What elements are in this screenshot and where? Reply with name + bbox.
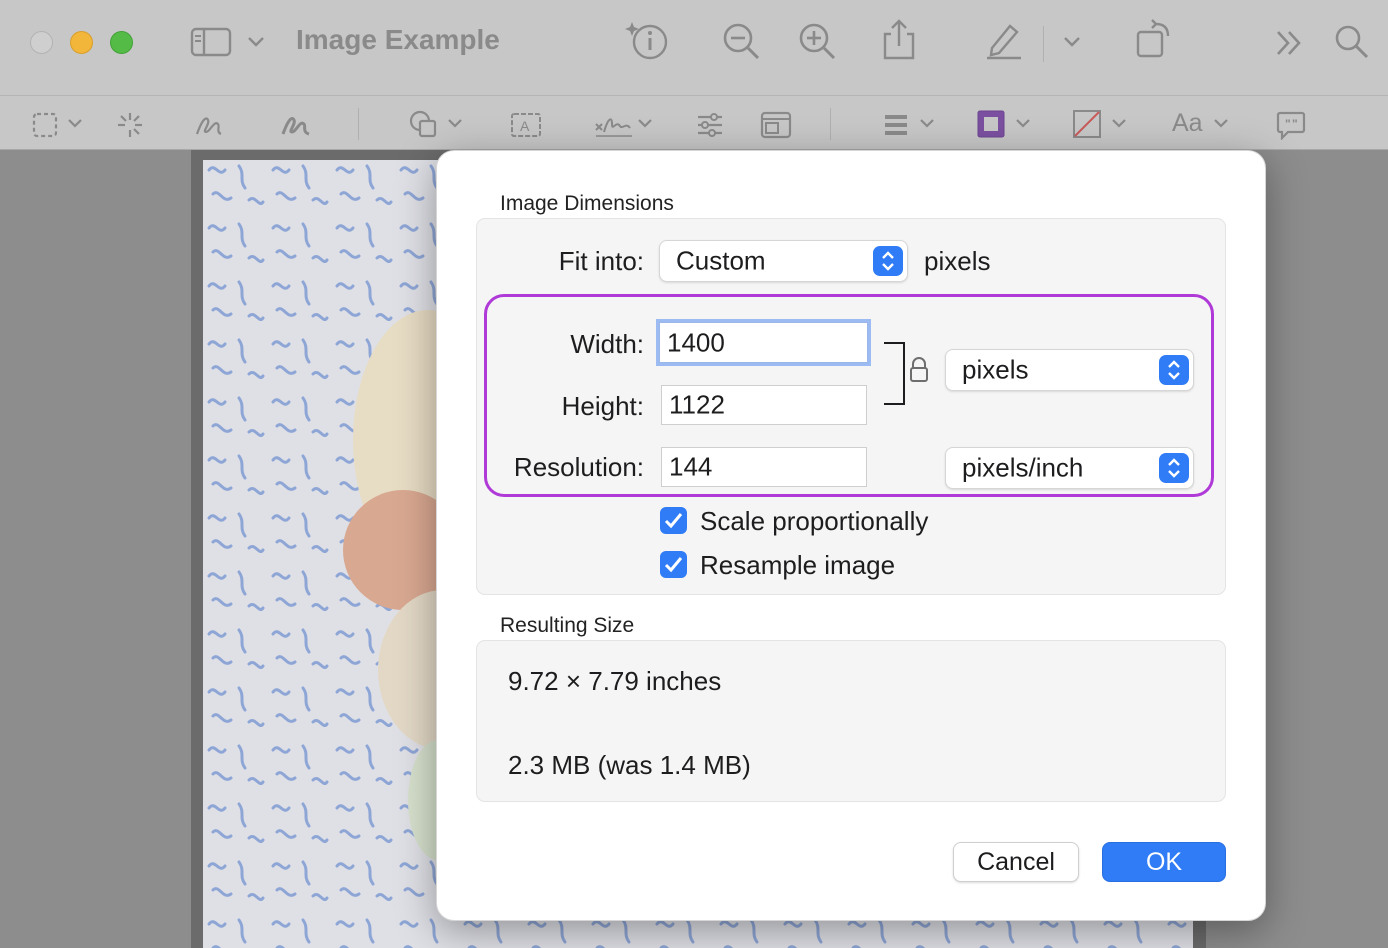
chevron-down-icon[interactable] xyxy=(246,35,266,49)
chevron-down-icon[interactable] xyxy=(1212,118,1230,130)
zoom-window-button[interactable] xyxy=(110,31,133,54)
chevron-down-icon[interactable] xyxy=(918,118,936,130)
cancel-button[interactable]: Cancel xyxy=(953,842,1079,882)
text-box-icon[interactable]: A xyxy=(510,112,542,138)
fill-color-icon[interactable] xyxy=(1072,109,1102,139)
image-dimensions-title: Image Dimensions xyxy=(500,192,674,215)
shapes-icon[interactable] xyxy=(408,109,440,139)
svg-text:": " xyxy=(1292,117,1298,131)
chevron-down-icon[interactable] xyxy=(66,118,84,130)
toolbar-divider xyxy=(830,108,831,140)
size-unit-popup[interactable]: pixels xyxy=(945,349,1194,391)
search-icon[interactable] xyxy=(1334,24,1370,60)
sketch-icon[interactable] xyxy=(194,110,224,140)
chevron-down-icon[interactable] xyxy=(1062,35,1082,49)
scale-proportionally-checkbox[interactable] xyxy=(660,507,687,534)
checkmark-icon xyxy=(664,513,683,529)
chevron-down-icon[interactable] xyxy=(636,118,654,130)
chevron-down-icon[interactable] xyxy=(446,118,464,130)
resulting-dimensions: 9.72 × 7.79 inches xyxy=(508,666,722,696)
resolution-unit-value: pixels/inch xyxy=(962,452,1084,483)
height-value: 1122 xyxy=(669,389,725,420)
checkmark-icon xyxy=(664,557,683,573)
chevron-down-icon[interactable] xyxy=(1014,118,1032,130)
title-bar: Image Example xyxy=(0,0,1388,95)
svg-text:A: A xyxy=(520,118,530,134)
fit-into-unit: pixels xyxy=(924,246,991,276)
minimize-window-button[interactable] xyxy=(70,31,93,54)
shape-style-icon[interactable] xyxy=(884,114,908,136)
resolution-field[interactable]: 144 xyxy=(661,447,867,487)
adjust-color-icon[interactable] xyxy=(696,111,724,139)
resample-image-label[interactable]: Resample image xyxy=(700,550,895,581)
selection-icon[interactable] xyxy=(32,112,58,138)
info-icon[interactable] xyxy=(624,18,670,62)
toolbar-divider xyxy=(358,108,359,140)
border-color-icon[interactable] xyxy=(976,109,1006,139)
instant-alpha-icon[interactable] xyxy=(116,111,144,139)
draw-icon[interactable] xyxy=(280,110,312,140)
resolution-label: Resolution: xyxy=(513,452,644,482)
zoom-in-icon[interactable] xyxy=(798,22,838,62)
fit-into-value: Custom xyxy=(676,245,766,276)
chevron-updown-icon xyxy=(1159,453,1189,483)
markup-toolbar: A Aa " " xyxy=(0,95,1388,150)
fit-into-popup[interactable]: Custom xyxy=(659,240,908,282)
sidebar-icon[interactable] xyxy=(190,27,232,57)
resulting-size-title: Resulting Size xyxy=(500,614,635,637)
signature-icon[interactable] xyxy=(594,110,634,140)
chevron-updown-icon xyxy=(873,246,903,276)
link-bracket xyxy=(882,341,908,407)
height-label: Height: xyxy=(561,391,644,421)
note-icon[interactable]: " " xyxy=(1276,110,1306,140)
close-window-button[interactable] xyxy=(30,31,53,54)
fit-into-label: Fit into: xyxy=(558,246,644,276)
size-unit-value: pixels xyxy=(962,354,1029,385)
lock-icon[interactable] xyxy=(908,356,930,384)
adjust-size-icon[interactable] xyxy=(760,111,792,139)
chevron-down-icon[interactable] xyxy=(1110,118,1128,130)
more-icon[interactable] xyxy=(1274,28,1304,58)
height-field[interactable]: 1122 xyxy=(661,385,867,425)
resulting-file-size: 2.3 MB (was 1.4 MB) xyxy=(508,750,751,780)
svg-text:": " xyxy=(1285,117,1291,131)
width-label: Width: xyxy=(570,329,644,359)
zoom-out-icon[interactable] xyxy=(722,22,762,62)
share-icon[interactable] xyxy=(882,18,916,62)
toolbar-divider xyxy=(1043,26,1044,62)
text-style-button[interactable]: Aa xyxy=(1172,109,1203,138)
resample-image-checkbox[interactable] xyxy=(660,551,687,578)
width-field[interactable]: 1400 xyxy=(659,322,868,363)
ok-button[interactable]: OK xyxy=(1102,842,1226,882)
resolution-value: 144 xyxy=(669,451,713,482)
rotate-icon[interactable] xyxy=(1134,18,1174,60)
markup-pen-icon[interactable] xyxy=(984,20,1024,60)
scale-proportionally-label[interactable]: Scale proportionally xyxy=(700,506,928,537)
window-title: Image Example xyxy=(296,24,500,55)
chevron-updown-icon xyxy=(1159,355,1189,385)
resolution-unit-popup[interactable]: pixels/inch xyxy=(945,447,1194,489)
width-value: 1400 xyxy=(667,327,725,357)
